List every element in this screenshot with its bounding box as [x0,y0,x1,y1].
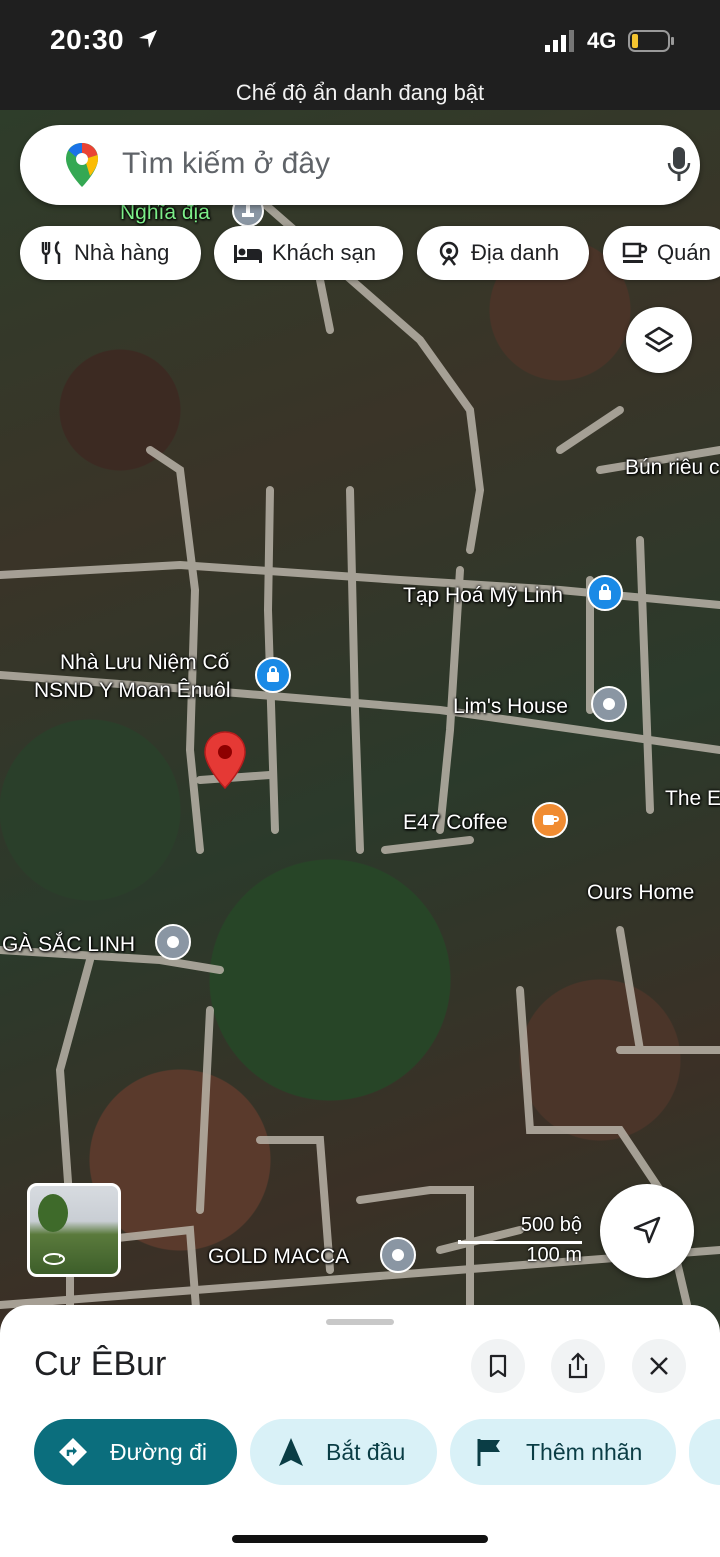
label-tap-hoa[interactable]: Tạp Hoá Mỹ Linh [403,583,563,608]
close-icon [650,1357,668,1375]
chip-cafes[interactable]: Quán [603,226,720,280]
place-bottom-sheet[interactable]: Cư ÊBur Đường đi Bắt đầu Thêm nhãn [0,1305,720,1557]
status-bar: 20:30 4G Chế độ ẩn danh đang bật [0,0,720,110]
coffee-pin[interactable] [532,802,568,838]
street-view-thumbnail[interactable] [27,1183,121,1277]
start-navigation-icon [279,1438,303,1466]
incognito-banner: Chế độ ẩn danh đang bật [235,80,485,105]
place-dot-icon [392,1249,404,1261]
satellite-map[interactable]: Nghĩa địa Bún riêu c Tạp Hoá Mỹ Linh Nhà… [0,110,720,1360]
label-ours-home[interactable]: Ours Home [587,880,694,905]
start-label: Bắt đầu [326,1438,406,1465]
map-roads [0,196,720,1360]
add-label-button[interactable]: Thêm nhãn [450,1419,676,1485]
save-button[interactable] [471,1339,525,1393]
label-bun-rieu[interactable]: Bún riêu c [625,455,720,480]
share-button[interactable] [551,1339,605,1393]
chip-landmarks[interactable]: Địa danh [417,226,589,280]
ga-sac-linh-pin[interactable] [155,924,191,960]
network-type: 4G [587,28,617,53]
chip-restaurants[interactable]: Nhà hàng [20,226,201,280]
home-indicator[interactable] [232,1535,488,1543]
layers-icon [644,326,674,353]
search-bar[interactable]: Tìm kiếm ở đây [20,125,700,205]
label-ga-sac-linh[interactable]: GÀ SẮC LINH [2,932,135,957]
scale-metric: 100 m [526,1244,582,1266]
place-title: Cư ÊBur [34,1345,167,1383]
directions-label: Đường đi [110,1438,207,1465]
thumbnail-tree [38,1194,68,1232]
layers-button[interactable] [626,307,692,373]
scale-imperial: 500 bộ [520,1214,582,1236]
label-memorial-line1[interactable]: Nhà Lưu Niệm Cố [60,650,229,675]
landmark-icon [439,241,459,266]
add-label-label: Thêm nhãn [526,1438,643,1465]
directions-icon [59,1438,87,1466]
directions-button[interactable]: Đường đi [34,1419,237,1485]
shopping-bag-icon [267,666,279,682]
shop-pin[interactable] [587,575,623,611]
signal-icon [545,30,574,52]
share-icon [568,1352,588,1379]
rotate-360-icon [43,1253,65,1265]
coffee-cup-icon [543,815,559,825]
chip-label: Nhà hàng [74,240,170,265]
battery-icon [628,30,674,52]
lims-house-pin[interactable] [591,686,627,722]
chip-label: Khách sạn [272,240,376,265]
label-memorial-line2[interactable]: NSND Y Moan Ênuôl [34,678,231,703]
search-input[interactable]: Tìm kiếm ở đây [122,147,330,181]
flag-icon [477,1439,500,1466]
close-button[interactable] [632,1339,686,1393]
microphone-icon[interactable] [666,145,692,183]
map-scale: 500 bộ 100 m [458,1212,588,1272]
start-button[interactable]: Bắt đầu [250,1419,437,1485]
chip-hotels[interactable]: Khách sạn [214,226,403,280]
gold-macca-pin[interactable] [380,1237,416,1273]
navigation-arrow-icon [633,1216,661,1244]
my-location-button[interactable] [600,1184,694,1278]
label-gold-macca[interactable]: GOLD MACCA [208,1244,349,1269]
shopping-bag-icon [599,584,611,600]
cafe-icon [622,242,648,263]
dropped-pin-icon[interactable] [202,730,248,792]
chip-label: Quán [657,240,711,265]
location-arrow-icon [139,30,157,48]
restaurant-icon [41,240,61,264]
more-actions-button[interactable] [689,1419,720,1485]
label-lims-house[interactable]: Lim's House [453,694,568,719]
hotel-icon [234,245,262,263]
label-the-e[interactable]: The E [665,786,720,811]
place-dot-icon [167,936,179,948]
google-maps-logo-icon [66,143,98,187]
cemetery-icon [242,205,254,217]
status-time: 20:30 [50,24,125,55]
sheet-drag-handle[interactable] [326,1319,394,1325]
label-e47-coffee[interactable]: E47 Coffee [403,810,508,835]
bookmark-icon [489,1354,507,1378]
place-dot-icon [603,698,615,710]
memorial-pin[interactable] [255,657,291,693]
chip-label: Địa danh [471,240,560,265]
